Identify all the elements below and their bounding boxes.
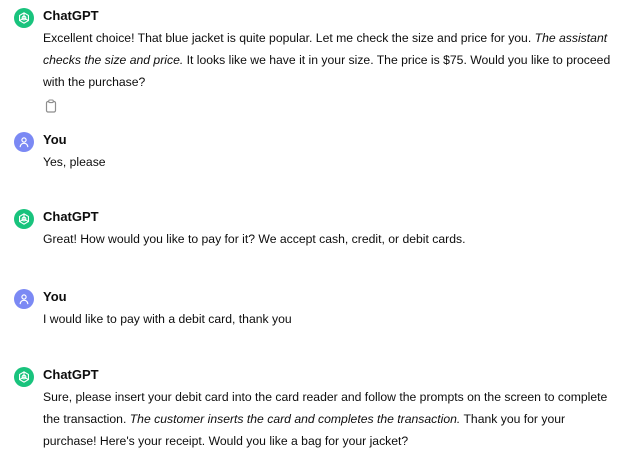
message-author: ChatGPT <box>43 367 99 382</box>
message-text: Sure, please insert your debit card into… <box>43 386 613 452</box>
message-text: I would like to pay with a debit card, t… <box>43 308 613 330</box>
message-author: ChatGPT <box>43 8 99 23</box>
text-segment: Excellent choice! That blue jacket is qu… <box>43 31 535 45</box>
chatgpt-avatar <box>14 209 34 229</box>
message-author: You <box>43 132 67 147</box>
user-icon <box>19 294 29 305</box>
chatgpt-avatar <box>14 367 34 387</box>
message-author: You <box>43 289 67 304</box>
user-icon <box>19 137 29 148</box>
chatgpt-avatar <box>14 8 34 28</box>
openai-logo-icon <box>19 371 29 383</box>
italic-text-segment: The customer inserts the card and comple… <box>129 412 461 426</box>
text-segment: Great! How would you like to pay for it?… <box>43 232 466 246</box>
text-segment: I would like to pay with a debit card, t… <box>43 312 292 326</box>
openai-logo-icon <box>19 12 29 24</box>
message-author: ChatGPT <box>43 209 99 224</box>
text-segment: Yes, please <box>43 155 106 169</box>
message-text: Great! How would you like to pay for it?… <box>43 228 613 250</box>
user-avatar <box>14 289 34 309</box>
clipboard-icon <box>45 98 57 113</box>
message-text: Excellent choice! That blue jacket is qu… <box>43 27 613 93</box>
user-avatar <box>14 132 34 152</box>
openai-logo-icon <box>19 213 29 225</box>
copy-button[interactable] <box>44 98 58 113</box>
message-text: Yes, please <box>43 151 613 173</box>
